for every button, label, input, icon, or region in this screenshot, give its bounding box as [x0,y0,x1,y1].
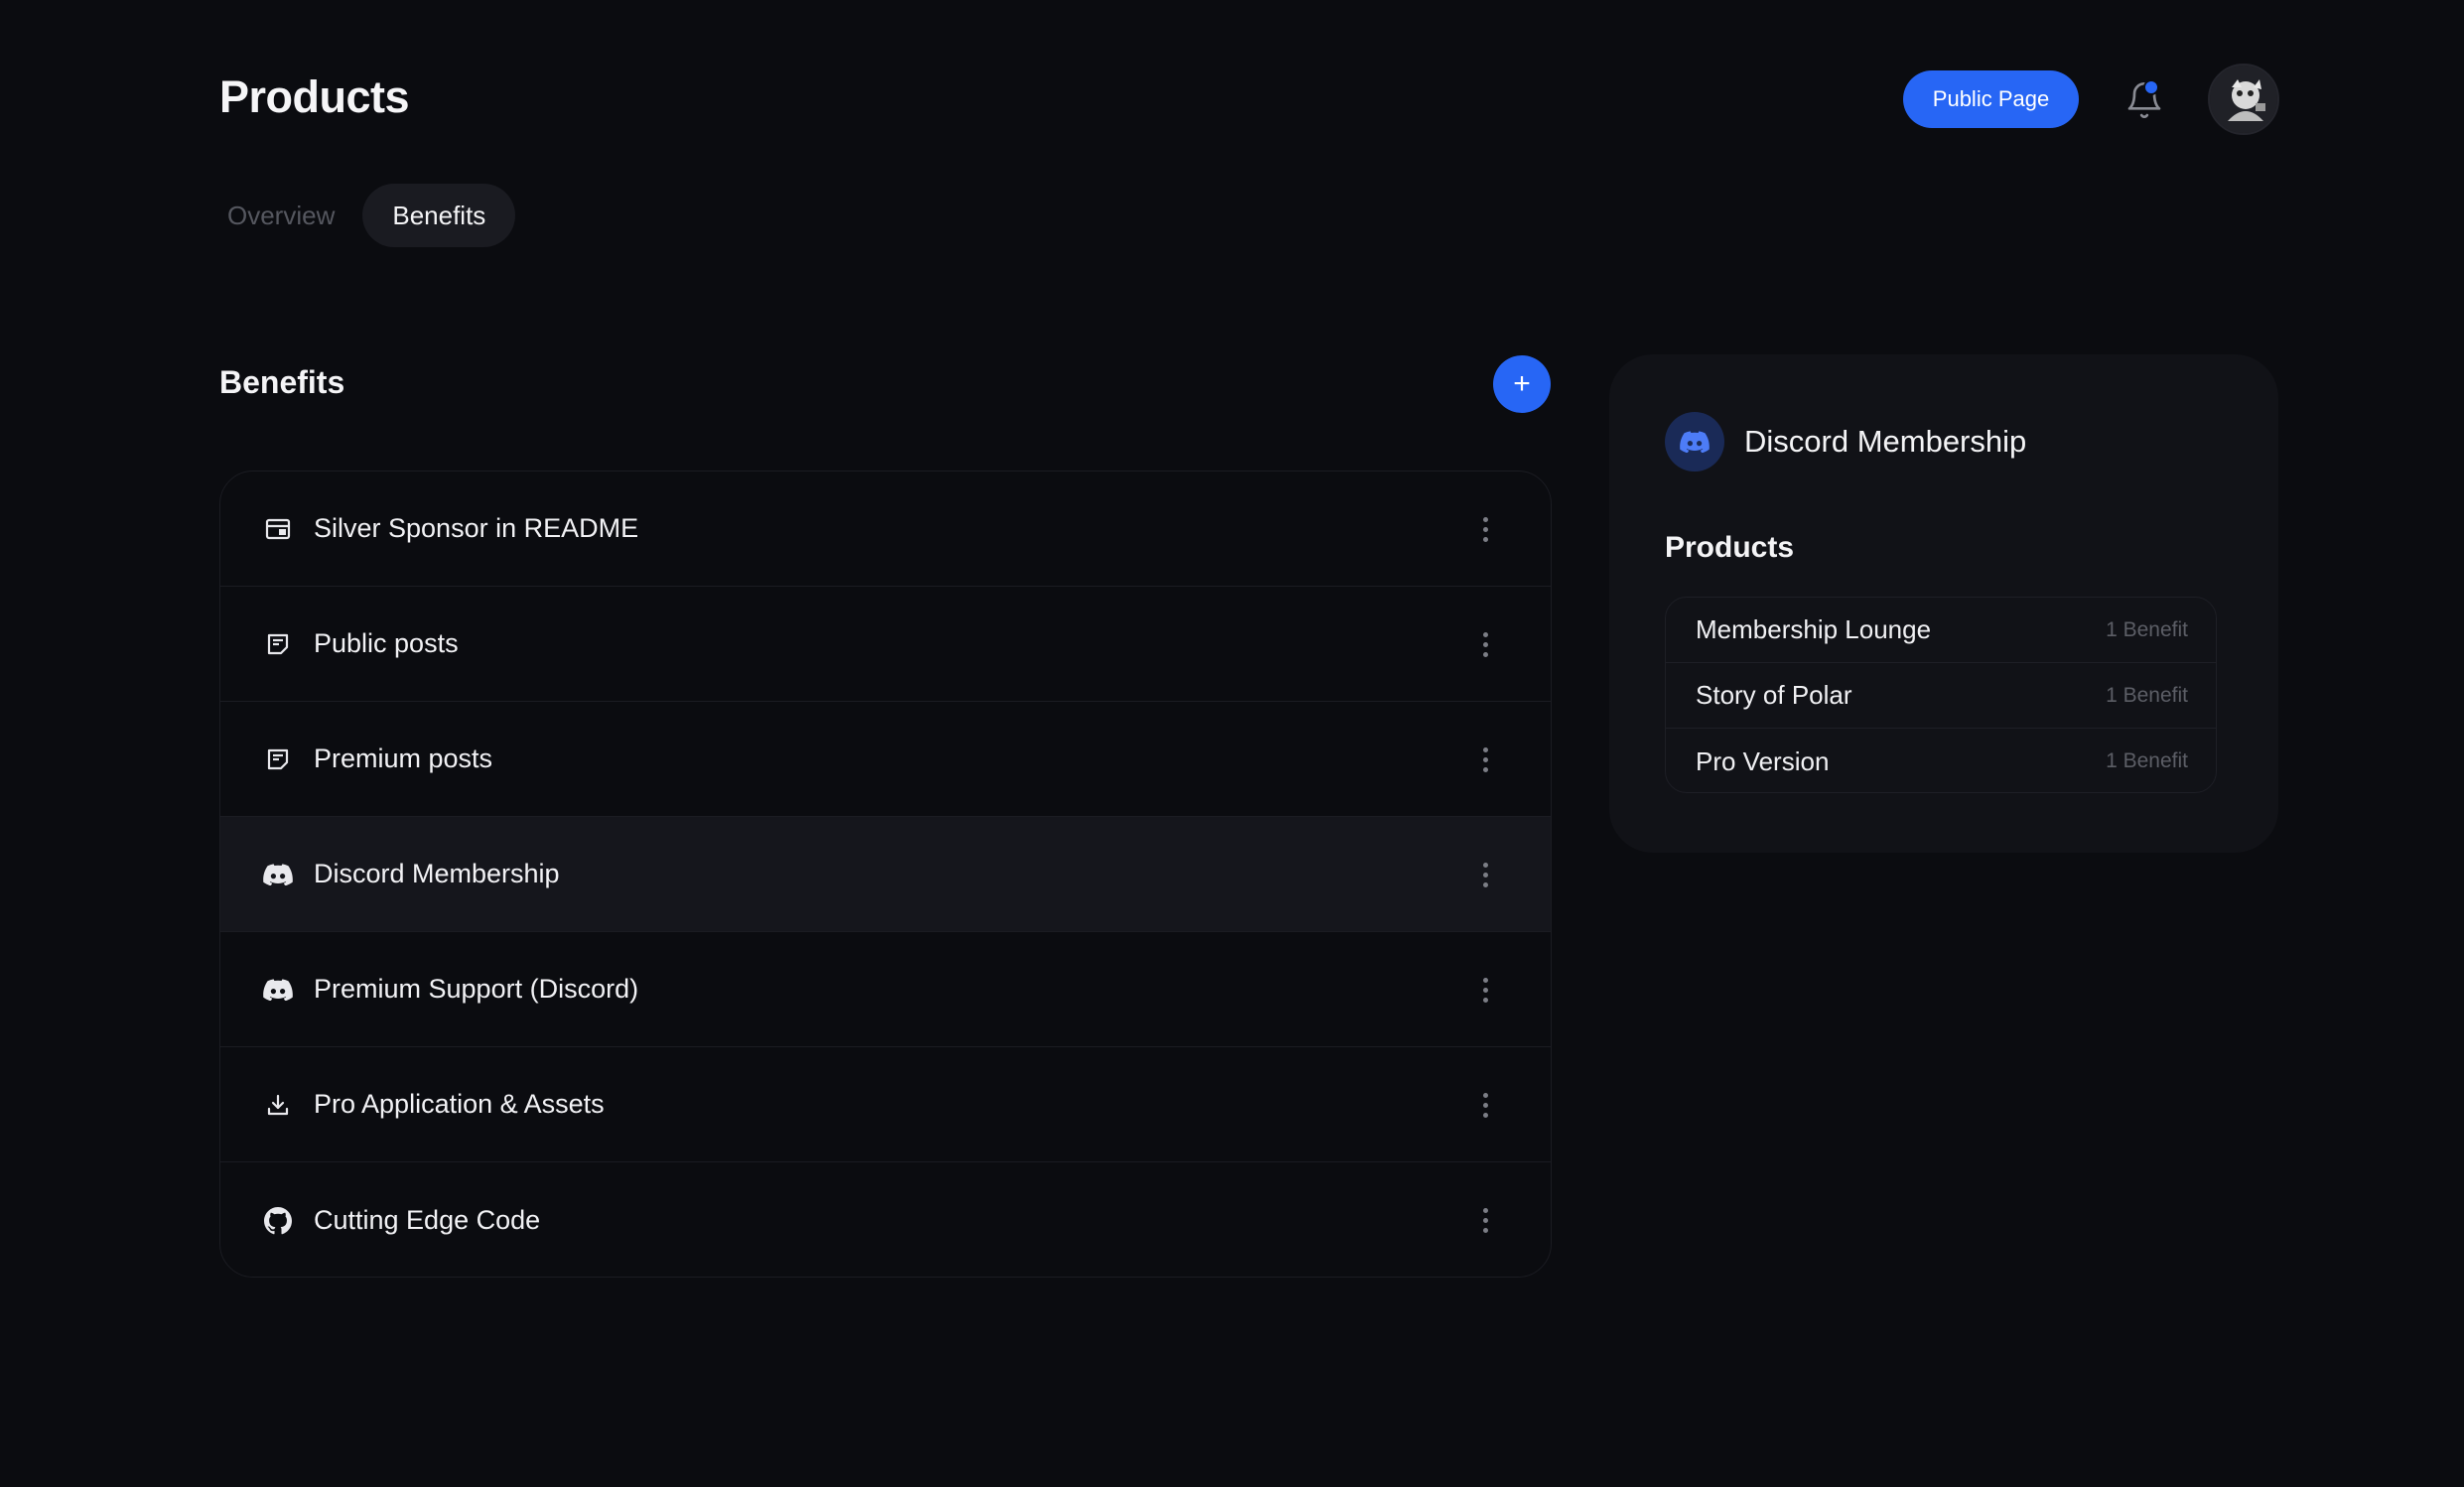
ad-card-icon [262,513,294,545]
tab-overview[interactable]: Overview [219,184,342,247]
benefit-row[interactable]: Premium posts [220,702,1551,817]
discord-icon [1665,412,1724,472]
benefit-row[interactable]: Silver Sponsor in README [220,472,1551,587]
more-options-icon[interactable] [1473,1089,1497,1121]
products-page: Products Public Page Overview Benefits B… [0,0,2464,1487]
products-heading: Products [1665,531,1795,564]
benefit-label: Pro Application & Assets [314,1089,605,1119]
product-name: Membership Lounge [1696,614,1932,644]
product-name: Pro Version [1696,745,1830,776]
benefit-detail-panel: Discord Membership Products Membership L… [1609,354,2278,853]
product-row[interactable]: Pro Version 1 Benefit [1666,729,2216,792]
note-icon [262,744,294,775]
benefit-row[interactable]: Public posts [220,587,1551,702]
product-row[interactable]: Story of Polar 1 Benefit [1666,663,2216,729]
page-title: Products [219,71,410,122]
tab-benefits[interactable]: Benefits [362,184,516,247]
public-page-button[interactable]: Public Page [1903,70,2079,128]
download-icon [262,1089,294,1121]
benefit-row[interactable]: Premium Support (Discord) [220,932,1551,1047]
benefit-row[interactable]: Discord Membership [220,817,1551,932]
benefit-count: 1 Benefit [2106,749,2188,772]
benefit-row[interactable]: Pro Application & Assets [220,1047,1551,1162]
more-options-icon[interactable] [1473,744,1497,775]
more-options-icon[interactable] [1473,859,1497,890]
discord-icon [262,974,294,1006]
notification-dot [2143,79,2159,95]
benefit-label: Discord Membership [314,859,560,888]
benefit-count: 1 Benefit [2106,683,2188,707]
more-options-icon[interactable] [1473,628,1497,660]
more-options-icon[interactable] [1473,974,1497,1006]
add-benefit-button[interactable]: + [1493,355,1551,413]
more-options-icon[interactable] [1473,513,1497,545]
benefit-row[interactable]: Cutting Edge Code [220,1162,1551,1277]
benefit-label: Public posts [314,628,459,658]
benefits-heading: Benefits [219,364,345,400]
more-options-icon[interactable] [1473,1204,1497,1236]
benefit-label: Silver Sponsor in README [314,513,639,543]
benefit-list: Silver Sponsor in README Public posts Pr… [219,471,1552,1278]
benefit-count: 1 Benefit [2106,617,2188,641]
product-name: Story of Polar [1696,680,1852,710]
avatar[interactable] [2208,64,2279,135]
benefit-label: Premium posts [314,744,493,773]
benefit-label: Cutting Edge Code [314,1205,541,1235]
detail-title: Discord Membership [1744,424,2027,459]
tab-bar: Overview Benefits [219,184,516,247]
benefit-label: Premium Support (Discord) [314,974,639,1004]
discord-icon [262,859,294,890]
product-row[interactable]: Membership Lounge 1 Benefit [1666,598,2216,663]
products-list: Membership Lounge 1 Benefit Story of Pol… [1665,597,2217,793]
github-icon [262,1205,294,1237]
note-icon [262,628,294,660]
